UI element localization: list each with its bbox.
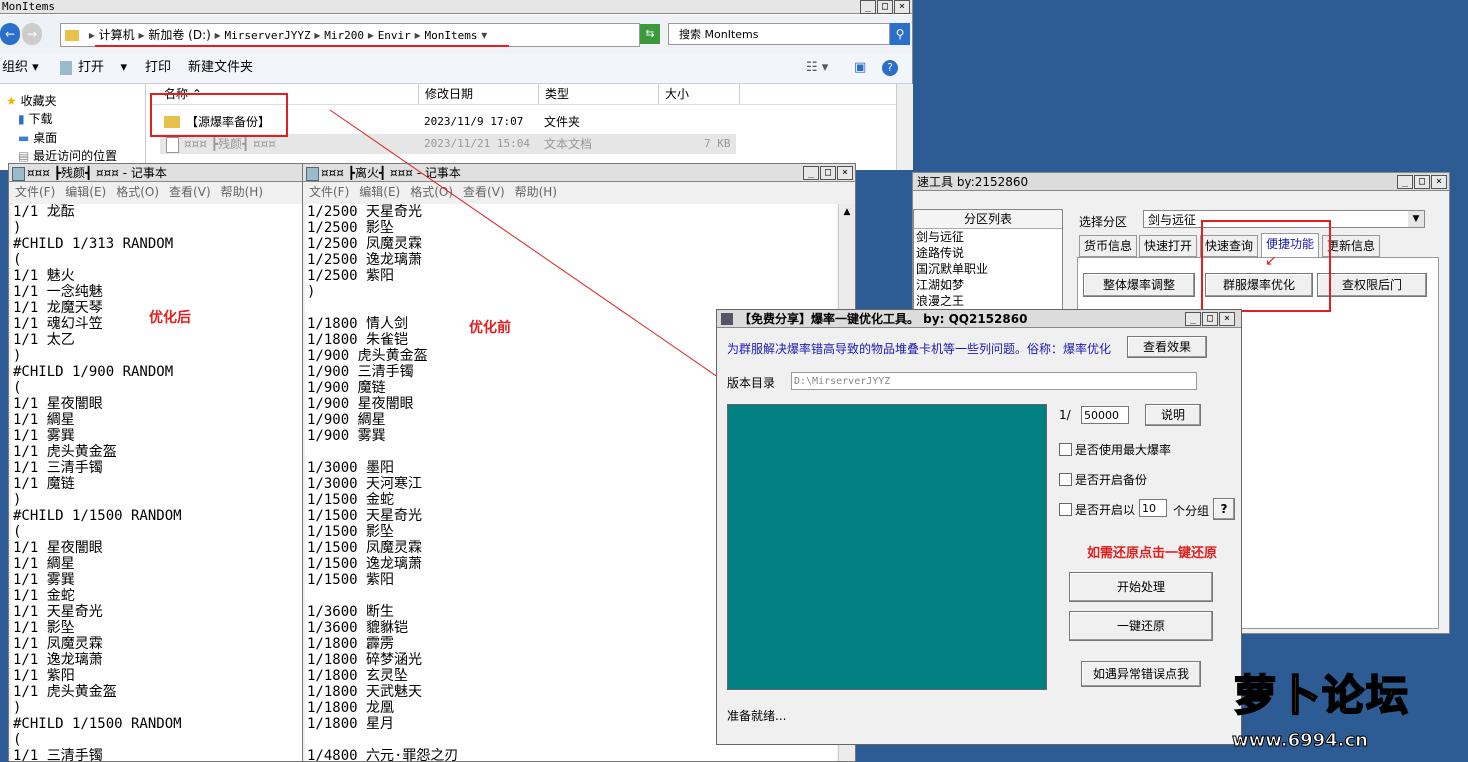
optimizer-titlebar: 【免费分享】爆率一键优化工具。 by: QQ2152860	[717, 310, 1241, 328]
ratio-value: 50000	[1084, 409, 1119, 422]
close-button[interactable]: ×	[1219, 312, 1235, 326]
restore-hint: 如需还原点击一键还原	[1087, 546, 1218, 561]
max-rate-label: 是否使用最大爆率	[1075, 443, 1172, 457]
maximize-button[interactable]: □	[1202, 312, 1218, 326]
help-button[interactable]: ?	[1213, 498, 1235, 520]
minimize-button[interactable]: _	[1185, 312, 1201, 326]
optimizer-window: 【免费分享】爆率一键优化工具。 by: QQ2152860 _ □ × 为群服解…	[716, 309, 1242, 745]
backup-label: 是否开启备份	[1075, 473, 1148, 487]
description-text: 为群服解决爆率错高导致的物品堆叠卡机等一些列问题。俗称：爆率优化	[727, 342, 1112, 356]
backup-checkbox[interactable]	[1059, 473, 1072, 486]
group-count-input[interactable]: 10	[1139, 499, 1167, 517]
app-icon	[721, 313, 733, 325]
ratio-prefix: 1/	[1059, 408, 1071, 422]
group-checkbox[interactable]	[1059, 503, 1072, 516]
ratio-input[interactable]: 50000	[1081, 406, 1129, 424]
restore-button[interactable]: 一键还原	[1069, 611, 1213, 641]
version-path-value: D:\MirserverJYYZ	[794, 376, 891, 387]
status-text: 准备就绪...	[727, 709, 787, 723]
version-label: 版本目录	[727, 376, 776, 390]
group-label-prefix: 是否开启以	[1075, 503, 1136, 517]
log-area[interactable]	[727, 404, 1047, 690]
group-label-suffix: 个分组	[1173, 504, 1210, 518]
optimizer-title: 【免费分享】爆率一键优化工具。 by: QQ2152860	[739, 312, 1028, 326]
max-rate-checkbox[interactable]	[1059, 443, 1072, 456]
watermark-title: 萝卜论坛	[1233, 670, 1411, 721]
view-effect-button[interactable]: 查看效果	[1127, 336, 1207, 358]
watermark-logo: 萝卜论坛 www.6994.cn	[1218, 660, 1458, 756]
error-button[interactable]: 如遇异常错误点我	[1081, 661, 1201, 687]
watermark-url: www.6994.cn	[1232, 730, 1369, 752]
version-path-input[interactable]: D:\MirserverJYYZ	[791, 372, 1197, 390]
group-count-value: 10	[1142, 502, 1156, 515]
explain-button[interactable]: 说明	[1145, 404, 1201, 426]
start-button[interactable]: 开始处理	[1069, 572, 1213, 602]
